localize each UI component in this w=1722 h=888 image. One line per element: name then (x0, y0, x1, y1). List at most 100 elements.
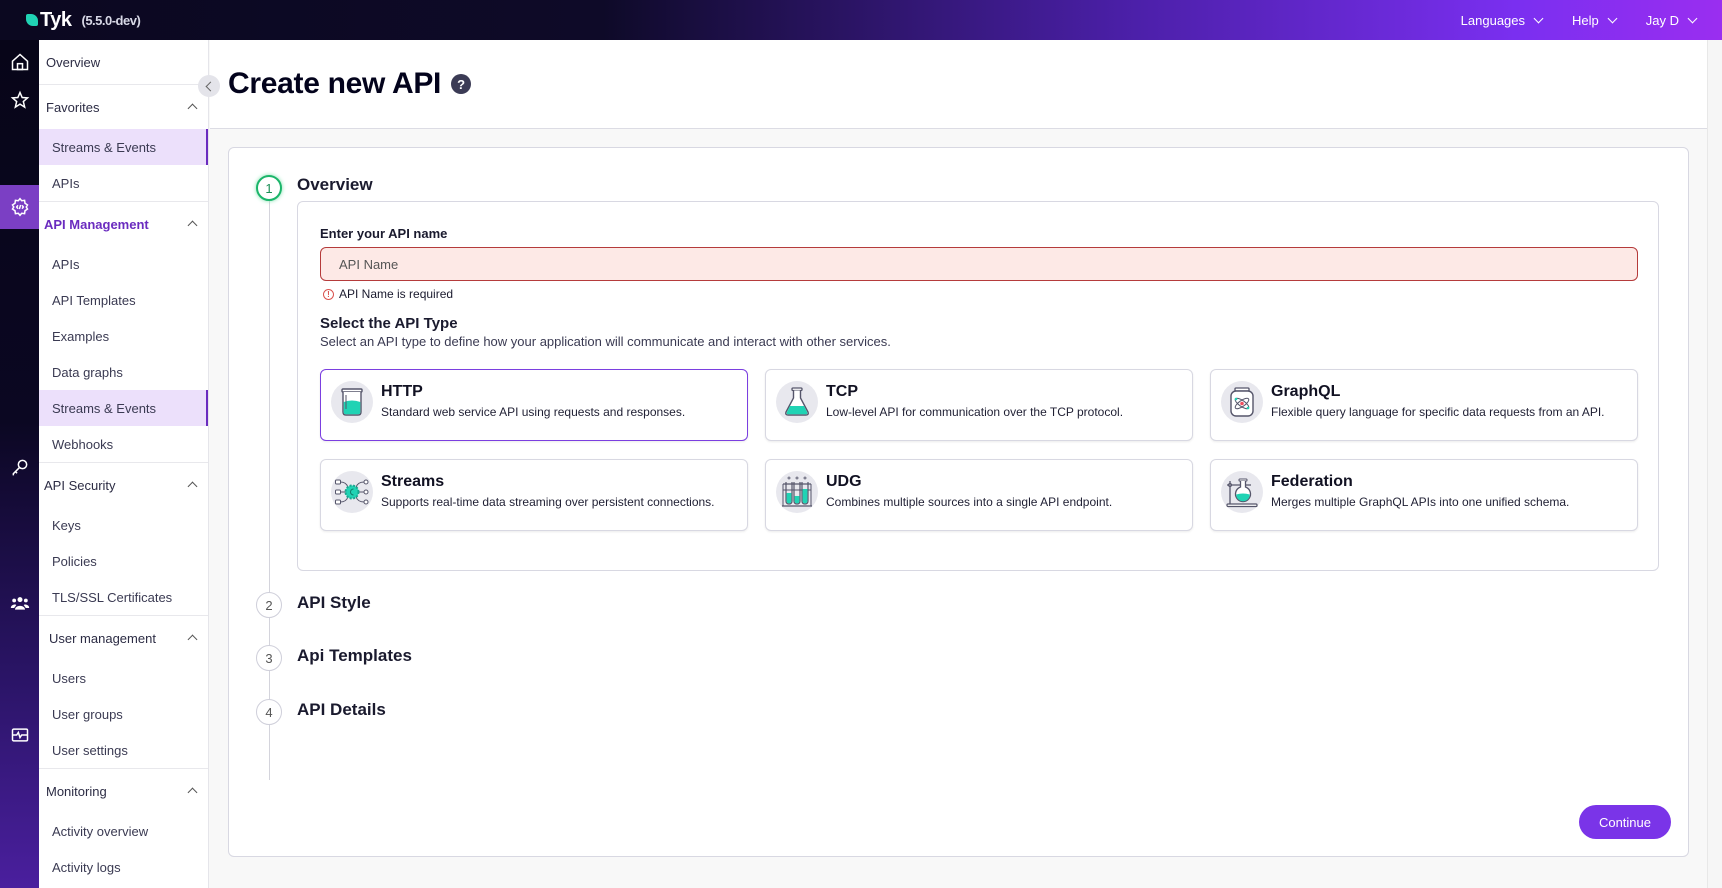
chevron-up-icon (187, 103, 198, 114)
tile-title: Federation (1271, 473, 1353, 490)
rail-api-security[interactable] (0, 445, 39, 489)
lab-stand-icon (1226, 478, 1258, 508)
api-type-udg[interactable]: UDG Combines multiple sources into a sin… (765, 459, 1193, 531)
tile-description: Supports real-time data streaming over p… (381, 495, 715, 509)
page-header: Create new API ? (210, 40, 1707, 129)
sidebar-item-fav-apis[interactable]: APIs (39, 165, 208, 201)
main-content: Create new API ? 1 Overview Enter your A… (210, 40, 1722, 888)
user-management-title: User management (49, 630, 156, 646)
logo-mark-icon (26, 14, 38, 26)
atom-jar-icon (1230, 387, 1254, 417)
rail-api-management[interactable] (0, 185, 39, 229)
help-label: Help (1572, 12, 1599, 28)
sidebar-item-examples[interactable]: Examples (39, 318, 208, 354)
sidebar-item-policies[interactable]: Policies (39, 543, 208, 579)
user-label: Jay D (1645, 12, 1679, 28)
sidebar-item-users[interactable]: Users (39, 660, 208, 696)
collapse-sidebar-button[interactable] (198, 75, 220, 97)
chevron-down-icon (1607, 13, 1618, 23)
api-name-input[interactable] (320, 247, 1638, 281)
sidebar-item-overview[interactable]: Overview (39, 40, 208, 84)
rail-user-management[interactable] (0, 581, 39, 625)
icon-wrap (776, 471, 818, 513)
step-title: Api Templates (297, 646, 412, 665)
api-name-error: ! API Name is required (323, 287, 453, 301)
step-number: 4 (256, 699, 282, 725)
rail-monitoring[interactable] (0, 713, 39, 757)
sidebar-item-data-graphs[interactable]: Data graphs (39, 354, 208, 390)
tile-title: Streams (381, 473, 445, 490)
tile-description: Low-level API for communication over the… (826, 405, 1124, 419)
api-type-streams[interactable]: Streams Supports real-time data streamin… (320, 459, 748, 531)
sidebar-item-activity-overview[interactable]: Activity overview (39, 813, 208, 849)
monitoring-icon (11, 728, 28, 742)
icon-wrap (331, 381, 373, 423)
overview-panel: Enter your API name ! API Name is requir… (297, 201, 1659, 571)
test-tubes-icon (782, 476, 812, 507)
api-management-header[interactable]: API Management (39, 202, 208, 246)
sidebar-item-fav-streams-events[interactable]: Streams & Events (39, 129, 208, 165)
step-number: 3 (256, 645, 282, 671)
tile-description: Combines multiple sources into a single … (826, 495, 1113, 509)
scrollbar[interactable] (1707, 40, 1722, 888)
sidebar-item-webhooks[interactable]: Webhooks (39, 426, 208, 462)
chevron-up-icon (187, 787, 198, 798)
help-menu[interactable]: Help (1572, 12, 1618, 28)
step-number: 1 (256, 175, 282, 201)
favorites-title: Favorites (46, 99, 100, 115)
sidebar-item-tls-certificates[interactable]: TLS/SSL Certificates (39, 579, 208, 615)
chevron-down-icon (1687, 13, 1698, 23)
sidebar-item-keys[interactable]: Keys (39, 507, 208, 543)
key-icon (12, 459, 27, 476)
api-type-federation[interactable]: Federation Merges multiple GraphQL APIs … (1210, 459, 1638, 531)
user-management-header[interactable]: User management (39, 616, 208, 660)
api-management-title: API Management (44, 216, 149, 232)
step-title: Overview (297, 175, 373, 194)
page-title: Create new API (228, 67, 442, 100)
tile-description: Merges multiple GraphQL APIs into one un… (1271, 495, 1570, 509)
icon-wrap (331, 471, 373, 513)
icon-rail (0, 40, 39, 888)
api-security-header[interactable]: API Security (39, 463, 208, 507)
error-text: API Name is required (339, 287, 454, 301)
chevron-down-icon (1533, 13, 1544, 23)
star-icon (10, 90, 29, 109)
tile-title: TCP (826, 383, 858, 400)
sidebar-item-user-groups[interactable]: User groups (39, 696, 208, 732)
step-connector-line (269, 200, 270, 780)
help-icon[interactable]: ? (451, 74, 472, 94)
overview-label: Overview (46, 54, 101, 70)
api-management-section: API Management APIs API Templates Exampl… (39, 202, 208, 463)
chevron-up-icon (187, 481, 198, 492)
streams-network-icon (335, 479, 369, 505)
sidebar-item-apis[interactable]: APIs (39, 246, 208, 282)
tile-title: GraphQL (1271, 383, 1341, 400)
error-icon: ! (323, 288, 334, 300)
languages-menu[interactable]: Languages (1461, 13, 1544, 28)
monitoring-header[interactable]: Monitoring (39, 769, 208, 813)
top-bar: Tyk (5.5.0-dev) Languages Help Jay D (0, 0, 1722, 40)
favorites-header[interactable]: Favorites (39, 85, 208, 129)
wizard-card: 1 Overview Enter your API name ! API Nam… (228, 147, 1689, 857)
user-menu[interactable]: Jay D (1645, 12, 1698, 28)
flask-icon (785, 387, 809, 416)
api-security-section: API Security Keys Policies TLS/SSL Certi… (39, 463, 208, 616)
user-management-section: User management Users User groups User s… (39, 616, 208, 769)
tile-title: HTTP (381, 383, 423, 400)
monitoring-title: Monitoring (46, 783, 107, 799)
sidebar-item-api-templates[interactable]: API Templates (39, 282, 208, 318)
tile-title: UDG (826, 473, 862, 490)
api-type-subtitle: Select an API type to define how your ap… (320, 334, 891, 349)
tyk-logo[interactable]: Tyk (5.5.0-dev) (26, 9, 141, 32)
sidebar-item-user-settings[interactable]: User settings (39, 732, 208, 768)
api-type-graphql[interactable]: GraphQL Flexible query language for spec… (1210, 369, 1638, 441)
beaker-icon (341, 388, 363, 416)
icon-wrap (1221, 471, 1263, 513)
sidebar-item-streams-events[interactable]: Streams & Events (39, 390, 208, 426)
api-type-http[interactable]: HTTP Standard web service API using requ… (320, 369, 748, 441)
sidebar-item-activity-logs[interactable]: Activity logs (39, 849, 208, 885)
rail-favorites[interactable] (0, 78, 39, 122)
continue-button[interactable]: Continue (1578, 805, 1671, 839)
home-icon (11, 53, 28, 71)
api-type-tcp[interactable]: TCP Low-level API for communication over… (765, 369, 1193, 441)
